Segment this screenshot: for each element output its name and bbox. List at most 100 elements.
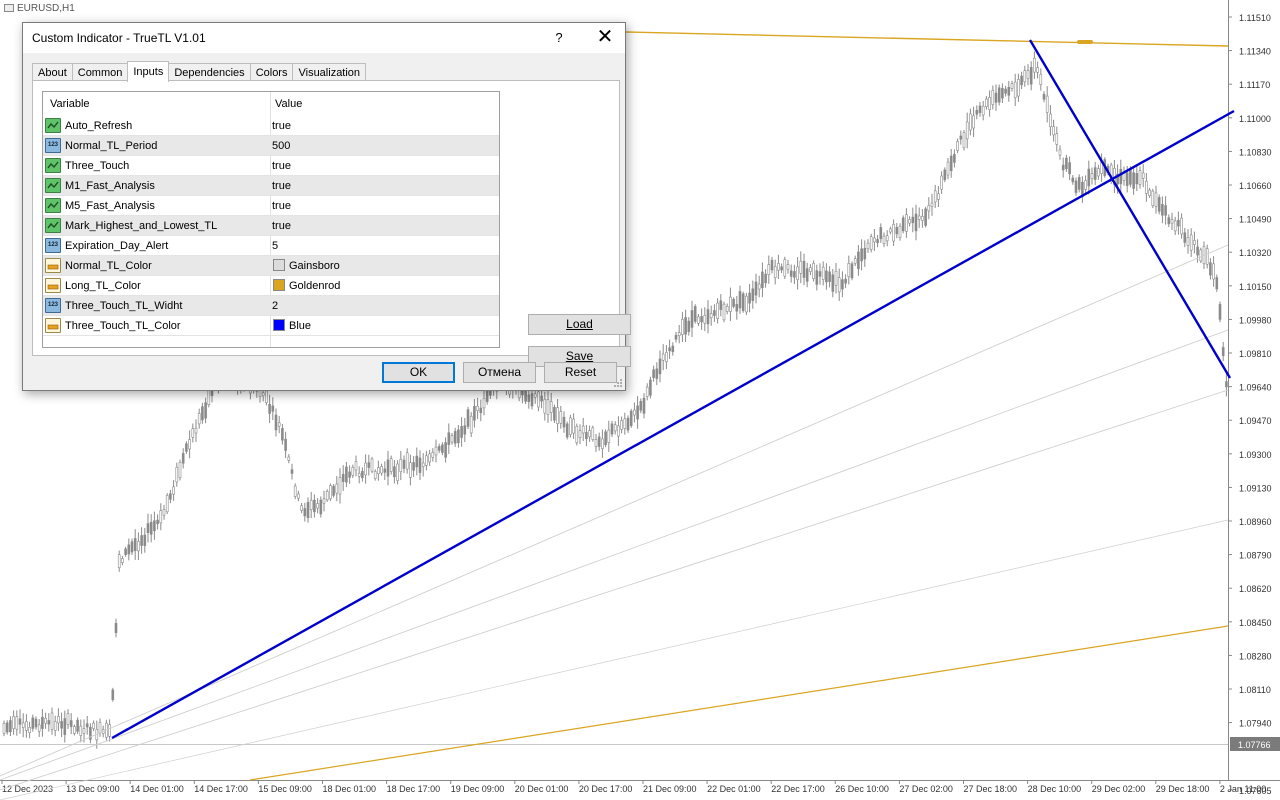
candle-body	[338, 477, 342, 495]
candle-body	[402, 459, 406, 469]
variable-cell: Long_TL_Color	[65, 280, 141, 292]
candle-body	[2, 723, 6, 734]
value-cell[interactable]: true	[272, 196, 291, 216]
candle-body	[1020, 75, 1023, 86]
value-cell[interactable]: Blue	[272, 316, 311, 336]
candle-body	[108, 724, 111, 737]
resize-grip-icon[interactable]	[613, 378, 623, 388]
candle-body	[681, 318, 684, 335]
candle-body	[169, 493, 172, 500]
int-icon: 123	[45, 298, 61, 313]
candle-body	[1180, 217, 1183, 235]
candle-body	[313, 499, 316, 513]
price-tick-label: 1.08960	[1239, 517, 1272, 527]
grid-row[interactable]: Three_Touch true	[43, 156, 499, 176]
ok-button[interactable]: OK	[382, 362, 455, 383]
grid-row[interactable]: 123 Normal_TL_Period 500	[43, 136, 499, 156]
grid-row[interactable]: 123 Three_Touch_TL_Widht 2	[43, 296, 499, 316]
normal-trendline[interactable]	[0, 389, 1229, 791]
price-tick-label: 1.11000	[1239, 114, 1271, 124]
time-tick-label: 29 Dec 02:00	[1092, 784, 1146, 794]
candle-body	[748, 292, 751, 304]
candle-body	[1138, 170, 1142, 185]
candle-body	[537, 391, 540, 408]
candle-body	[639, 401, 643, 411]
candle-body	[124, 548, 127, 555]
time-tick-label: 28 Dec 10:00	[1028, 784, 1082, 794]
candle-body	[156, 519, 159, 525]
candle-body	[594, 439, 598, 447]
candle-body	[540, 395, 543, 402]
load-button[interactable]: Load	[528, 314, 631, 335]
candle-body	[1013, 81, 1017, 99]
candle-body	[933, 190, 937, 203]
candle-body	[946, 161, 950, 176]
candle-body	[121, 558, 124, 563]
price-tick-label: 1.10150	[1239, 282, 1272, 292]
load-label: Load	[566, 317, 593, 331]
reset-button[interactable]: Reset	[544, 362, 617, 383]
candle-body	[1042, 93, 1046, 100]
candle-body	[911, 216, 915, 224]
candle-body	[770, 259, 774, 271]
candle-body	[745, 295, 748, 313]
value-cell[interactable]: true	[272, 216, 291, 236]
price-tick-label: 1.10830	[1239, 147, 1272, 157]
close-button[interactable]: ✕	[585, 23, 625, 53]
grid-row[interactable]: 123 Expiration_Day_Alert 5	[43, 236, 499, 256]
grid-row[interactable]: Mark_Highest_and_Lowest_TL true	[43, 216, 499, 236]
value-cell[interactable]: true	[272, 156, 291, 176]
value-cell[interactable]: Goldenrod	[272, 276, 340, 296]
cancel-button[interactable]: Отмена	[463, 362, 536, 383]
candle-body	[476, 405, 479, 411]
candle-body	[812, 263, 815, 279]
candle-body	[751, 288, 755, 301]
candle-body	[396, 463, 399, 481]
tab-inputs[interactable]: Inputs	[127, 61, 170, 82]
candle-body	[898, 225, 902, 238]
normal-trendline[interactable]	[0, 519, 1229, 800]
candle-body	[754, 281, 758, 296]
value-text: Goldenrod	[289, 280, 341, 292]
inputs-grid[interactable]: Variable Value Auto_Refresh true 123 Normal…	[42, 91, 500, 348]
value-cell[interactable]: 2	[272, 296, 278, 316]
long-trendline[interactable]	[249, 625, 1229, 781]
candle-body	[703, 314, 707, 324]
candle-body	[828, 271, 831, 282]
normal-trendline[interactable]	[0, 329, 1229, 781]
value-cell[interactable]: true	[272, 176, 291, 196]
grid-row[interactable]: Three_Touch_TL_Color Blue	[43, 316, 499, 336]
grid-row[interactable]: M1_Fast_Analysis true	[43, 176, 499, 196]
tab-bar: About Common Inputs Dependencies Colors Visua…	[32, 61, 367, 82]
dialog-titlebar[interactable]: Custom Indicator - TrueTL V1.01 ? ✕	[23, 23, 625, 53]
grid-row[interactable]: Normal_TL_Color Gainsboro	[43, 256, 499, 276]
grid-row[interactable]: Auto_Refresh true	[43, 116, 499, 136]
candle-body	[357, 472, 361, 477]
variable-cell: Mark_Highest_and_Lowest_TL	[65, 220, 218, 232]
candle-body	[533, 393, 537, 398]
value-cell[interactable]: 500	[272, 136, 290, 156]
candle-body	[1205, 248, 1209, 265]
grid-row[interactable]: M5_Fast_Analysis true	[43, 196, 499, 216]
time-tick-label: 29 Dec 18:00	[1156, 784, 1210, 794]
value-cell[interactable]: 5	[272, 236, 278, 256]
help-button[interactable]: ?	[541, 23, 577, 53]
candle-body	[613, 424, 617, 432]
grid-row[interactable]: Long_TL_Color Goldenrod	[43, 276, 499, 296]
candle-body	[133, 538, 137, 551]
time-tick-label: 18 Dec 01:00	[323, 784, 377, 794]
price-tick-label: 1.09300	[1239, 450, 1272, 460]
price-tick-label: 1.11340	[1239, 47, 1271, 57]
value-cell[interactable]: Gainsboro	[272, 256, 340, 276]
candle-body	[553, 407, 556, 421]
value-cell[interactable]: true	[272, 116, 291, 136]
candle-body	[434, 446, 438, 456]
candle-body	[137, 541, 140, 552]
candle-body	[348, 471, 351, 478]
price-tick-label: 1.10490	[1239, 215, 1272, 225]
value-text: true	[272, 180, 291, 192]
time-tick-label: 14 Dec 17:00	[194, 784, 248, 794]
long-trendline[interactable]	[625, 31, 1229, 47]
int-icon: 123	[45, 238, 61, 253]
candle-body	[604, 431, 607, 446]
